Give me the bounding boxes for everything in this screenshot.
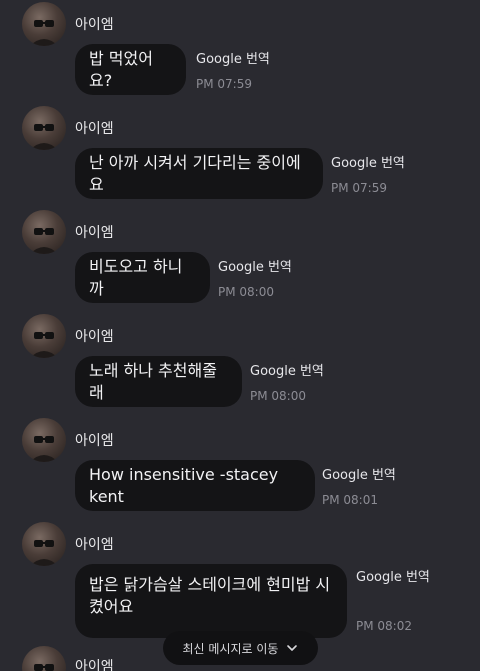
chat-message-list[interactable]: 아이엠 밥 먹었어요? Google 번역 PM 07:59 아이엠 난 아까 … <box>0 0 480 671</box>
sender-name: 아이엠 <box>75 225 114 241</box>
google-translate-link[interactable]: Google 번역 <box>250 360 324 379</box>
sender-name: 아이엠 <box>75 433 114 449</box>
avatar[interactable] <box>22 314 66 358</box>
google-translate-link[interactable]: Google 번역 <box>218 256 292 275</box>
message-bubble[interactable]: 밥 먹었어요? <box>75 44 186 95</box>
message-bubble[interactable]: 노래 하나 추천해줄래 <box>75 356 242 407</box>
message-timestamp: PM 08:00 <box>218 285 274 299</box>
message-timestamp: PM 08:01 <box>322 493 378 507</box>
avatar[interactable] <box>22 418 66 462</box>
message-row: 아이엠 노래 하나 추천해줄래 Google 번역 PM 08:00 <box>0 312 480 416</box>
message-bubble[interactable]: 밥은 닭가슴살 스테이크에 현미밥 시 켰어요 <box>75 564 347 638</box>
google-translate-link[interactable]: Google 번역 <box>356 566 430 585</box>
message-timestamp: PM 08:02 <box>356 619 412 633</box>
message-row: 아이엠 밥은 닭가슴살 스테이크에 현미밥 시 켰어요 Google 번역 PM… <box>0 520 480 640</box>
message-text: 밥 먹었어요? <box>89 48 153 90</box>
sender-name: 아이엠 <box>75 659 114 671</box>
scroll-to-latest-button[interactable]: 최신 메시지로 이동 <box>163 631 318 665</box>
message-timestamp: PM 08:00 <box>250 389 306 403</box>
message-row: 아이엠 난 아까 시켜서 기다리는 중이에요 Google 번역 PM 07:5… <box>0 104 480 208</box>
message-text: 노래 하나 추천해줄래 <box>89 360 217 402</box>
google-translate-link[interactable]: Google 번역 <box>322 464 396 483</box>
message-row: 아이엠 비도오고 하니까 Google 번역 PM 08:00 <box>0 208 480 312</box>
scroll-to-latest-label: 최신 메시지로 이동 <box>182 641 279 656</box>
avatar[interactable] <box>22 646 66 671</box>
sender-name: 아이엠 <box>75 121 114 137</box>
avatar[interactable] <box>22 522 66 566</box>
avatar[interactable] <box>22 106 66 150</box>
message-timestamp: PM 07:59 <box>196 77 252 91</box>
message-bubble[interactable]: 난 아까 시켜서 기다리는 중이에요 <box>75 148 323 199</box>
message-text-line: 밥은 닭가슴살 스테이크에 현미밥 시 <box>89 575 331 594</box>
message-bubble[interactable]: How insensitive -stacey kent <box>75 460 315 511</box>
message-text: 비도오고 하니까 <box>89 256 183 298</box>
message-row: 아이엠 밥 먹었어요? Google 번역 PM 07:59 <box>0 0 480 104</box>
message-bubble[interactable]: 비도오고 하니까 <box>75 252 210 303</box>
sender-name: 아이엠 <box>75 17 114 33</box>
google-translate-link[interactable]: Google 번역 <box>331 152 405 171</box>
chevron-down-icon <box>287 645 298 651</box>
message-text-line: 켰어요 <box>89 597 134 616</box>
message-timestamp: PM 07:59 <box>331 181 387 195</box>
google-translate-link[interactable]: Google 번역 <box>196 48 270 67</box>
message-text: How insensitive -stacey kent <box>89 464 279 506</box>
avatar[interactable] <box>22 210 66 254</box>
sender-name: 아이엠 <box>75 537 114 553</box>
message-row: 아이엠 How insensitive -stacey kent Google … <box>0 416 480 520</box>
sender-name: 아이엠 <box>75 329 114 345</box>
message-text: 난 아까 시켜서 기다리는 중이에요 <box>89 152 301 194</box>
avatar[interactable] <box>22 2 66 46</box>
